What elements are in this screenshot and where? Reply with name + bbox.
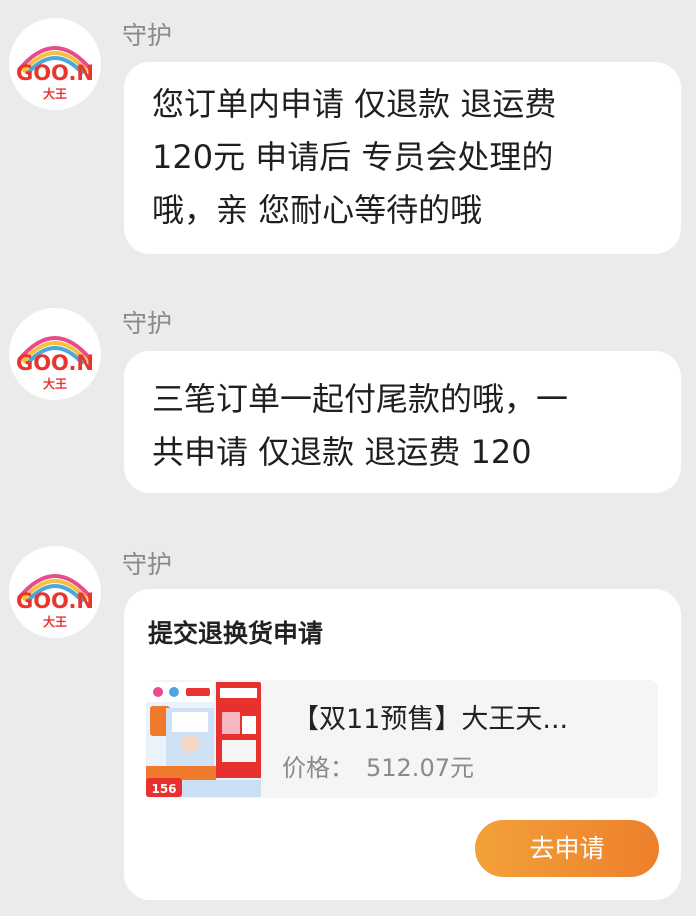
product-thumbnail: 156 <box>146 682 261 797</box>
price-label: 价格： <box>282 754 354 782</box>
avatar[interactable]: GOO.N 大王 <box>9 308 101 400</box>
message-bubble[interactable]: 您订单内申请 仅退款 退运费 120元 申请后 专员会处理的 哦，亲 您耐心等待… <box>124 62 681 254</box>
apply-button[interactable]: 去申请 <box>475 820 659 877</box>
avatar[interactable]: GOO.N 大王 <box>9 18 101 110</box>
svg-text:大王: 大王 <box>43 614 67 629</box>
chat-message: GOO.N 大王 守护 您订单内申请 仅退款 退运费 120元 申请后 专员会处… <box>0 0 696 270</box>
product-title: 【双11预售】大王天... <box>292 704 569 735</box>
svg-text:GOO.N: GOO.N <box>16 589 94 613</box>
product-row[interactable]: 156 【双11预售】大王天... 价格： 512.07元 <box>146 680 658 798</box>
sender-name: 守护 <box>122 309 173 338</box>
svg-text:大王: 大王 <box>43 86 67 101</box>
product-price: 512.07元 <box>366 754 474 782</box>
svg-text:156: 156 <box>151 782 176 796</box>
goon-logo-icon: GOO.N 大王 <box>16 574 94 629</box>
card-title: 提交退换货申请 <box>148 619 324 648</box>
product-image-icon: 156 <box>146 682 261 797</box>
sender-name: 守护 <box>122 550 173 579</box>
avatar[interactable]: GOO.N 大王 <box>9 546 101 638</box>
svg-text:大王: 大王 <box>43 376 67 391</box>
goon-logo-icon: GOO.N 大王 <box>16 46 94 101</box>
sender-name: 守护 <box>122 21 173 50</box>
svg-text:GOO.N: GOO.N <box>16 61 94 85</box>
message-bubble[interactable]: 三笔订单一起付尾款的哦，一 共申请 仅退款 退运费 120 <box>124 351 681 493</box>
svg-text:GOO.N: GOO.N <box>16 351 94 375</box>
goon-logo-icon: GOO.N 大王 <box>16 336 94 391</box>
